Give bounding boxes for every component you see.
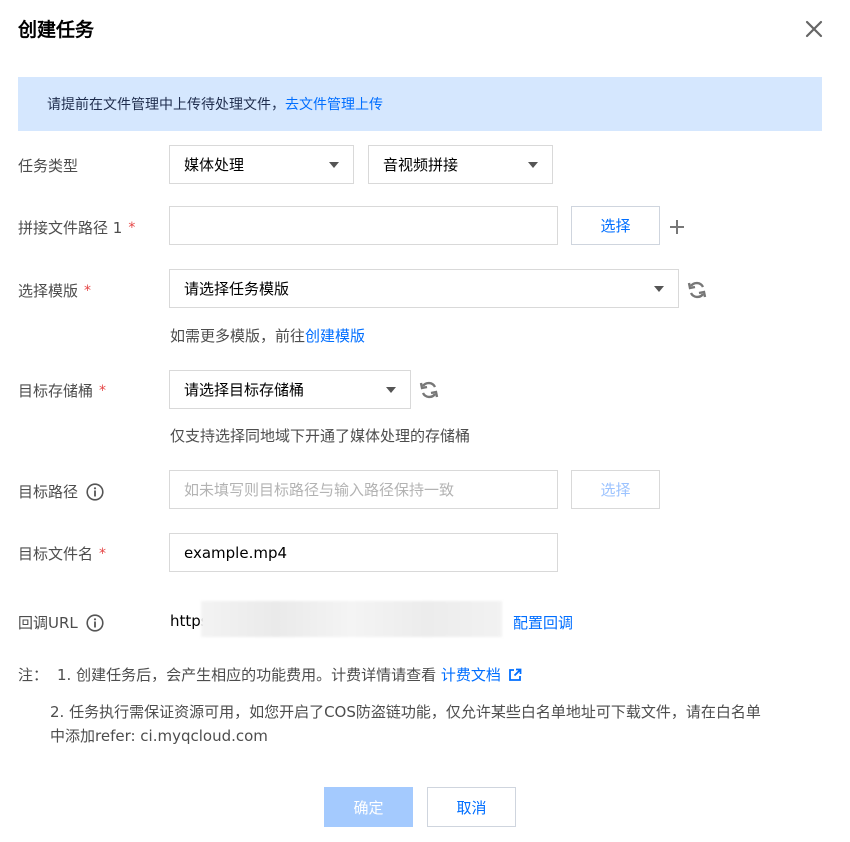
callback-label: 回调URL — [18, 612, 104, 633]
target-path-input[interactable]: 如未填写则目标路径与输入路径保持一致 — [169, 470, 558, 509]
chevron-down-icon — [654, 286, 664, 292]
info-icon[interactable] — [86, 613, 104, 632]
chevron-down-icon — [386, 387, 396, 393]
notes-prefix: 注： — [18, 666, 49, 684]
target-filename-input[interactable]: example.mp4 — [169, 533, 558, 572]
notice-text: 请提前在文件管理中上传待处理文件， — [47, 97, 285, 113]
target-filename-label-text: 目标文件名 — [18, 545, 94, 563]
callback-url-redaction — [201, 601, 502, 637]
notice-text-wrap: 请提前在文件管理中上传待处理文件，去文件管理上传 — [47, 94, 383, 114]
task-subtype-select[interactable]: 音视频拼接 — [368, 145, 553, 184]
plus-icon[interactable] — [668, 218, 686, 236]
template-hint-text: 如需更多模版，前往 — [170, 327, 306, 345]
target-path-label-text: 目标路径 — [18, 483, 79, 501]
refresh-icon[interactable] — [686, 279, 708, 301]
notice-banner: 请提前在文件管理中上传待处理文件，去文件管理上传 — [18, 77, 822, 131]
cancel-button[interactable]: 取消 — [427, 787, 516, 827]
callback-label-text: 回调URL — [18, 614, 78, 632]
bucket-label: 目标存储桶 * — [18, 380, 106, 401]
required-mark: * — [84, 282, 92, 299]
bucket-select[interactable]: 请选择目标存储桶 — [169, 370, 411, 409]
note-line-2b: 中添加refer: ci.myqcloud.com — [50, 727, 268, 745]
bucket-hint: 仅支持选择同地域下开通了媒体处理的存储桶 — [170, 427, 471, 445]
chevron-down-icon — [329, 162, 339, 168]
target-path-label: 目标路径 — [18, 481, 104, 502]
target-path-select-button[interactable]: 选择 — [571, 470, 660, 509]
template-hint: 如需更多模版，前往创建模版 — [170, 325, 365, 346]
billing-docs-link[interactable]: 计费文档 — [441, 664, 501, 685]
template-placeholder: 请选择任务模版 — [184, 280, 290, 298]
config-callback-link[interactable]: 配置回调 — [513, 612, 573, 633]
target-filename-label: 目标文件名 * — [18, 543, 106, 564]
note-line-2a: 2. 任务执行需保证资源可用，如您开启了COS防盗链功能，仅允许某些白名单地址可… — [50, 703, 761, 721]
target-path-placeholder: 如未填写则目标路径与输入路径保持一致 — [184, 481, 455, 499]
concat-path-select-button[interactable]: 选择 — [571, 206, 660, 245]
template-select[interactable]: 请选择任务模版 — [169, 269, 679, 308]
template-label-text: 选择模版 — [18, 282, 79, 300]
template-label: 选择模版 * — [18, 280, 91, 301]
info-icon[interactable] — [86, 482, 104, 501]
bucket-label-text: 目标存储桶 — [18, 382, 94, 400]
external-link-icon[interactable] — [508, 668, 522, 682]
task-subtype-value: 音视频拼接 — [383, 156, 459, 174]
required-mark: * — [99, 382, 107, 399]
concat-path-input[interactable] — [169, 206, 558, 245]
concat-path-label-text: 拼接文件路径 1 — [18, 219, 123, 237]
file-manager-link[interactable]: 去文件管理上传 — [285, 97, 383, 113]
note-line-1-text: 1. 创建任务后，会产生相应的功能费用。计费详情请查看 — [57, 666, 441, 684]
bucket-placeholder: 请选择目标存储桶 — [184, 381, 305, 399]
create-template-link[interactable]: 创建模版 — [305, 327, 365, 345]
task-category-select[interactable]: 媒体处理 — [169, 145, 354, 184]
close-icon[interactable] — [803, 18, 825, 40]
task-type-label-text: 任务类型 — [18, 157, 79, 175]
required-mark: * — [99, 545, 107, 562]
task-category-value: 媒体处理 — [184, 156, 245, 174]
dialog-title: 创建任务 — [18, 19, 95, 41]
concat-path-label: 拼接文件路径 1 * — [18, 217, 135, 238]
chevron-down-icon — [528, 162, 538, 168]
required-mark: * — [128, 219, 136, 236]
task-type-label: 任务类型 — [18, 155, 78, 176]
note-line-1: 1. 创建任务后，会产生相应的功能费用。计费详情请查看 计费文档 — [57, 664, 522, 685]
refresh-icon[interactable] — [418, 379, 440, 401]
target-filename-value: example.mp4 — [184, 543, 288, 562]
confirm-button[interactable]: 确定 — [324, 787, 413, 827]
